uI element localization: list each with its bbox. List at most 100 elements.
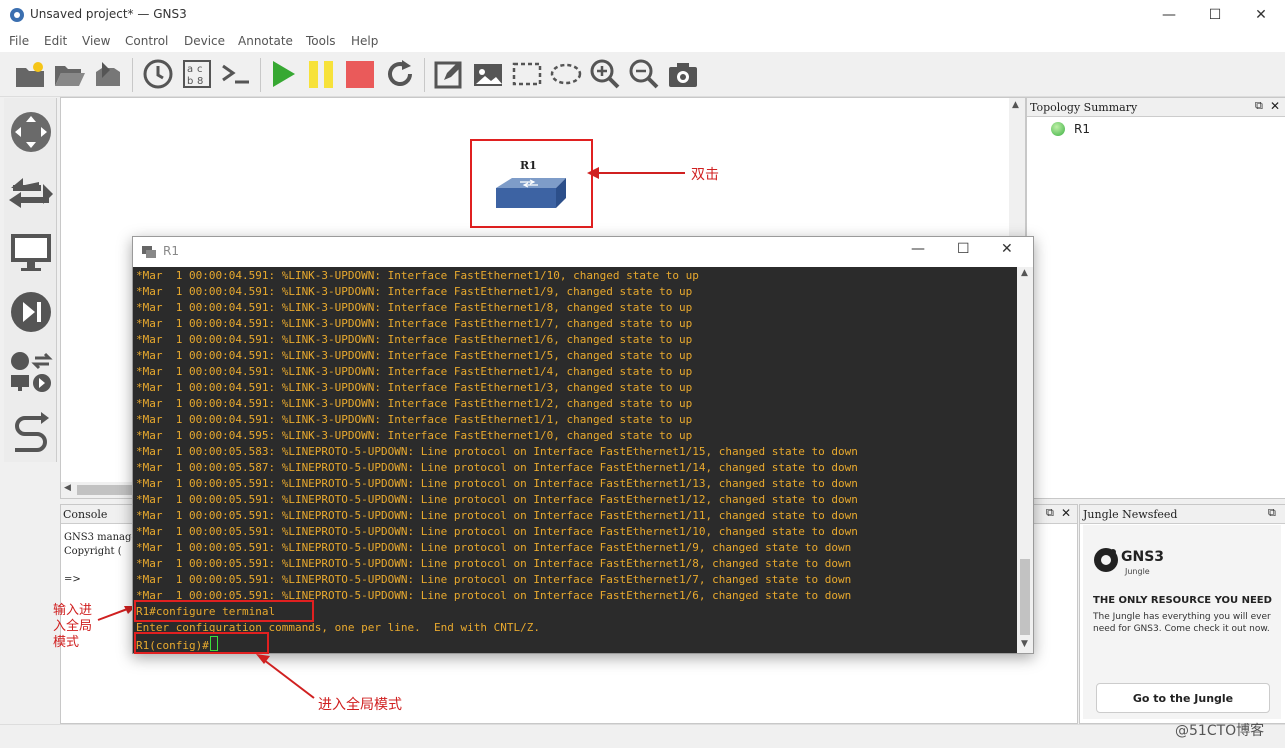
security-devices-icon[interactable] [9,290,53,334]
terminal-line: *Mar 1 00:00:05.591: %LINEPROTO-5-UPDOWN… [136,573,852,586]
gns3-app-icon [10,8,24,22]
svg-text:c: c [197,64,203,75]
svg-text:a: a [187,64,193,75]
enter-global-annotation-bottom: 进入全局模式 [318,697,402,713]
zoom-in-icon[interactable] [589,58,621,90]
svg-text:b: b [187,76,193,87]
terminal-line: *Mar 1 00:00:05.587: %LINEPROTO-5-UPDOWN… [136,461,858,474]
svg-text:8: 8 [197,76,203,87]
float-panel-icon[interactable]: ⧉ [1046,506,1054,520]
draw-rectangle-icon[interactable] [511,58,543,90]
insert-picture-icon[interactable] [472,58,504,90]
terminal-line: *Mar 1 00:00:04.591: %LINK-3-UPDOWN: Int… [136,317,693,330]
scroll-down-icon[interactable]: ▼ [1021,639,1028,649]
close-panel-icon[interactable]: ✕ [1061,506,1071,520]
terminal-close-button[interactable]: ✕ [1001,241,1013,257]
end-devices-icon[interactable] [9,230,53,274]
menu-view[interactable]: View [82,34,110,48]
float-panel-icon[interactable]: ⧉ [1255,99,1263,113]
panel-title: Jungle Newsfeed [1083,508,1178,521]
topology-item-r1[interactable]: R1 [1074,122,1090,136]
switches-icon[interactable] [9,170,53,214]
switch-node-icon[interactable] [492,178,568,212]
screenshot-icon[interactable] [667,58,699,90]
save-project-icon[interactable] [92,58,124,90]
menu-device[interactable]: Device [184,34,225,48]
hscroll-thumb[interactable] [77,485,137,495]
terminal-line: *Mar 1 00:00:04.595: %LINK-3-UPDOWN: Int… [136,429,693,442]
suspend-all-icon[interactable] [306,58,338,90]
close-panel-icon[interactable]: ✕ [1270,99,1280,113]
terminal-line: *Mar 1 00:00:05.591: %LINEPROTO-5-UPDOWN… [136,493,858,506]
toolbar-separator [424,58,427,92]
open-project-icon[interactable] [53,58,85,90]
console-line: GNS3 manager [64,532,143,543]
terminal-line: *Mar 1 00:00:04.591: %LINK-3-UPDOWN: Int… [136,269,699,282]
menu-annotate[interactable]: Annotate [238,34,293,48]
newsfeed-card: GNS3 Jungle THE ONLY RESOURCE YOU NEED T… [1083,525,1281,719]
panel-title: Console [63,508,108,521]
go-to-jungle-button[interactable]: Go to the Jungle [1096,683,1270,713]
zoom-out-icon[interactable] [628,58,660,90]
device-dock [4,98,57,462]
toolbar-separator [132,58,135,92]
title-bar: Unsaved project* — GNS3 — ☐ ✕ [0,0,1285,30]
all-devices-icon[interactable] [9,350,53,394]
r1-console-window: R1 — ☐ ✕ *Mar 1 00:00:04.591: %LINK-3-UP… [132,236,1034,654]
terminal-body[interactable]: *Mar 1 00:00:04.591: %LINK-3-UPDOWN: Int… [133,267,1017,653]
terminal-line: *Mar 1 00:00:04.591: %LINK-3-UPDOWN: Int… [136,285,693,298]
console-all-icon[interactable] [220,58,252,90]
newsfeed-headline: THE ONLY RESOURCE YOU NEED [1093,595,1272,606]
terminal-line: *Mar 1 00:00:05.591: %LINEPROTO-5-UPDOWN… [136,557,852,570]
scroll-left-icon[interactable]: ◀ [64,483,71,493]
terminal-line: *Mar 1 00:00:04.591: %LINK-3-UPDOWN: Int… [136,349,693,362]
scroll-up-icon[interactable]: ▲ [1021,268,1028,278]
window-title: Unsaved project* — GNS3 [30,7,187,21]
menu-tools[interactable]: Tools [306,34,336,48]
close-button[interactable]: ✕ [1238,0,1284,30]
scroll-up-icon[interactable]: ▲ [1012,100,1019,110]
topology-summary-panel: Topology Summary ⧉ ✕ R1 [1026,97,1285,499]
toolbar-separator [260,58,263,92]
console-output: GNS3 manager Copyright ( => [64,531,142,587]
maximize-button[interactable]: ☐ [1192,0,1238,30]
menu-help[interactable]: Help [351,34,378,48]
draw-ellipse-icon[interactable] [550,58,582,90]
terminal-line: *Mar 1 00:00:05.591: %LINEPROTO-5-UPDOWN… [136,525,858,538]
watermark: @51CTO博客 [1175,723,1265,739]
menu-file[interactable]: File [9,34,29,48]
annotation-arrow-right [587,167,685,179]
float-panel-icon[interactable]: ⧉ [1268,506,1276,520]
start-all-icon[interactable] [267,58,299,90]
topology-summary-header: Topology Summary ⧉ ✕ [1027,98,1285,117]
highlight-configure-terminal [134,600,314,622]
terminal-minimize-button[interactable]: — [911,241,925,257]
node-status-indicator [1051,122,1065,136]
jungle-header: Jungle Newsfeed ⧉ [1080,505,1285,524]
terminal-line: *Mar 1 00:00:05.591: %LINEPROTO-5-UPDOWN… [136,509,858,522]
minimize-button[interactable]: — [1146,0,1192,30]
terminal-scroll-thumb[interactable] [1020,559,1030,635]
terminal-maximize-button[interactable]: ☐ [957,241,970,257]
stop-all-icon[interactable] [345,58,377,90]
add-note-icon[interactable] [433,58,465,90]
snapshot-clock-icon[interactable] [142,58,174,90]
double-click-annotation: 双击 [691,167,719,183]
add-link-icon[interactable] [9,410,53,454]
putty-icon [142,246,156,258]
node-label: R1 [520,159,537,172]
routers-icon[interactable] [9,110,53,154]
reload-all-icon[interactable] [384,58,416,90]
menu-edit[interactable]: Edit [44,34,67,48]
new-project-icon[interactable] [14,58,46,90]
brand-name: GNS3 [1121,549,1165,565]
terminal-vscroll[interactable]: ▲ ▼ [1017,267,1033,653]
menu-control[interactable]: Control [125,34,168,48]
newsfeed-text: The Jungle has everything you will ever … [1093,612,1271,634]
terminal-line: *Mar 1 00:00:04.591: %LINK-3-UPDOWN: Int… [136,301,693,314]
terminal-line: *Mar 1 00:00:05.591: %LINEPROTO-5-UPDOWN… [136,477,858,490]
toolbar: acb8 [0,52,1285,97]
menu-bar: File Edit View Control Device Annotate T… [0,30,1285,52]
show-interface-labels-icon[interactable]: a cb 8 [181,58,213,90]
